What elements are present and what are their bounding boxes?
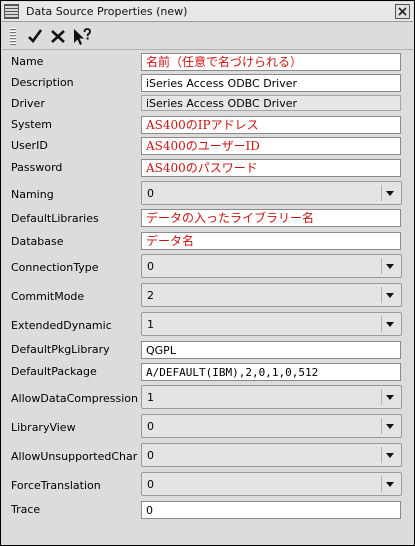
toolbar-grip-icon[interactable] <box>10 27 16 45</box>
data-source-properties-window: Data Source Properties (new) Name 名前（任意で… <box>0 0 415 546</box>
naming-label: Naming <box>11 188 54 201</box>
userid-field[interactable]: AS400のユーザーID <box>141 137 401 155</box>
forcetranslation-label: ForceTranslation <box>11 479 101 492</box>
userid-label: UserID <box>11 139 48 152</box>
naming-select[interactable]: 0 <box>141 181 402 205</box>
toolbar <box>2 22 413 50</box>
defaultpackage-label: DefaultPackage <box>11 365 97 378</box>
name-field[interactable]: 名前（任意で名づけられる） <box>141 53 401 71</box>
extendeddynamic-select[interactable]: 1 <box>141 312 402 336</box>
forcetranslation-value: 0 <box>147 478 154 491</box>
chevron-down-icon[interactable] <box>381 258 398 274</box>
password-label: Password <box>11 161 63 174</box>
forcetranslation-select[interactable]: 0 <box>141 472 402 496</box>
help-button[interactable] <box>72 27 91 45</box>
name-label: Name <box>11 55 44 68</box>
defaultpkglibrary-label: DefaultPkgLibrary <box>11 343 110 356</box>
chevron-down-icon[interactable] <box>381 287 398 303</box>
cancel-button[interactable] <box>49 27 67 45</box>
window-title: Data Source Properties (new) <box>26 5 188 18</box>
close-icon[interactable] <box>395 4 410 19</box>
libraryview-select[interactable]: 0 <box>141 414 402 438</box>
allowdatacompression-select[interactable]: 1 <box>141 385 402 409</box>
help-pointer-icon <box>74 28 91 45</box>
apply-button[interactable] <box>26 27 44 45</box>
chevron-down-icon[interactable] <box>381 389 398 405</box>
allowunsupportedchar-select[interactable]: 0 <box>141 443 402 467</box>
libraryview-label: LibraryView <box>11 421 76 434</box>
allowdatacompression-value: 1 <box>147 391 154 404</box>
extendeddynamic-value: 1 <box>147 318 154 331</box>
description-label: Description <box>11 76 74 89</box>
password-field[interactable]: AS400のパスワード <box>141 159 401 177</box>
chevron-down-icon[interactable] <box>381 185 398 201</box>
allowunsupportedchar-label: AllowUnsupportedChar <box>11 450 138 463</box>
trace-label: Trace <box>11 503 41 516</box>
chevron-down-icon[interactable] <box>381 418 398 434</box>
trace-field[interactable]: 0 <box>141 501 401 519</box>
commitmode-select[interactable]: 2 <box>141 283 402 307</box>
libraryview-value: 0 <box>147 420 154 433</box>
driver-field: iSeries Access ODBC Driver <box>141 95 401 111</box>
checkmark-icon <box>28 29 43 43</box>
defaultlibraries-field[interactable]: データの入ったライブラリー名 <box>141 209 401 227</box>
connectiontype-value: 0 <box>147 260 154 273</box>
connectiontype-label: ConnectionType <box>11 261 99 274</box>
x-icon <box>51 30 65 43</box>
commitmode-label: CommitMode <box>11 290 85 303</box>
defaultpackage-field[interactable]: A/DEFAULT(IBM),2,0,1,0,512 <box>141 363 401 381</box>
system-label: System <box>11 118 53 131</box>
naming-value: 0 <box>147 187 154 200</box>
database-field[interactable]: データ名 <box>141 232 401 250</box>
driver-label: Driver <box>11 97 45 110</box>
commitmode-value: 2 <box>147 289 154 302</box>
allowunsupportedchar-value: 0 <box>147 449 154 462</box>
database-label: Database <box>11 235 64 248</box>
chevron-down-icon[interactable] <box>381 476 398 492</box>
defaultlibraries-label: DefaultLibraries <box>11 212 99 225</box>
description-field[interactable]: iSeries Access ODBC Driver <box>141 74 401 92</box>
system-field[interactable]: AS400のIPアドレス <box>141 116 401 134</box>
chevron-down-icon[interactable] <box>381 447 398 463</box>
window-menu-icon[interactable] <box>4 4 19 19</box>
allowdatacompression-label: AllowDataCompression <box>11 392 139 405</box>
title-bar[interactable]: Data Source Properties (new) <box>2 2 413 22</box>
chevron-down-icon[interactable] <box>381 316 398 332</box>
extendeddynamic-label: ExtendedDynamic <box>11 319 112 332</box>
connectiontype-select[interactable]: 0 <box>141 254 402 278</box>
defaultpkglibrary-field[interactable]: QGPL <box>141 341 401 359</box>
